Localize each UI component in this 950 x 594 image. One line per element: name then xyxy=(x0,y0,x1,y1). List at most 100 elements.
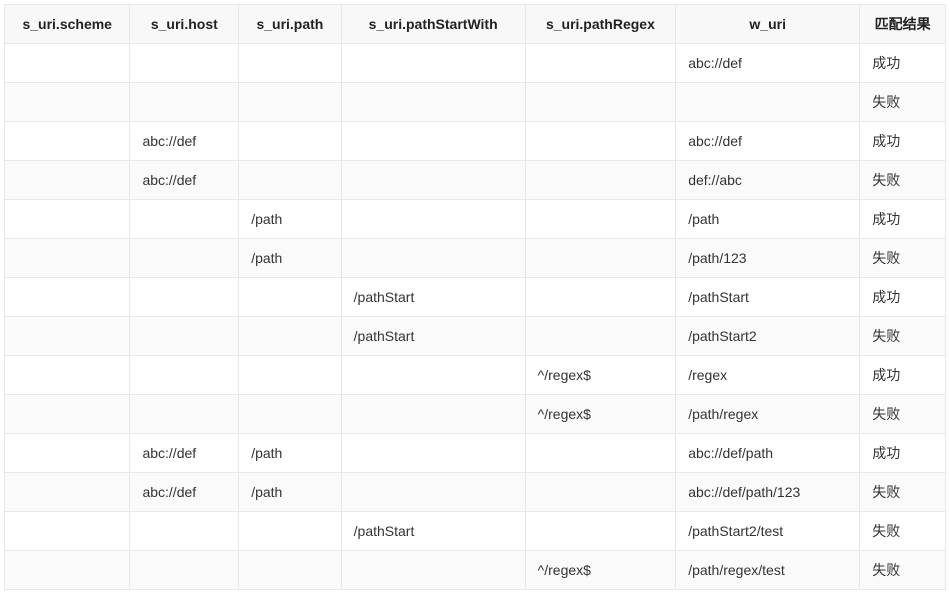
table-body: abc://def成功失败abc://defabc://def成功abc://d… xyxy=(5,44,946,590)
cell-host xyxy=(130,239,239,278)
cell-w_uri: abc://def/path xyxy=(676,434,860,473)
cell-path xyxy=(239,278,341,317)
cell-host xyxy=(130,44,239,83)
cell-path xyxy=(239,161,341,200)
cell-w_uri: /path xyxy=(676,200,860,239)
uri-match-table: s_uri.scheme s_uri.host s_uri.path s_uri… xyxy=(4,4,946,590)
cell-w_uri: /pathStart xyxy=(676,278,860,317)
cell-path: /path xyxy=(239,434,341,473)
cell-scheme xyxy=(5,473,130,512)
cell-result: 失败 xyxy=(860,317,946,356)
cell-scheme xyxy=(5,395,130,434)
cell-host: abc://def xyxy=(130,473,239,512)
table-row: /pathStart/pathStart2/test失败 xyxy=(5,512,946,551)
cell-path xyxy=(239,83,341,122)
cell-result: 失败 xyxy=(860,473,946,512)
table-row: abc://def/pathabc://def/path成功 xyxy=(5,434,946,473)
table-row: 失败 xyxy=(5,83,946,122)
table-header-row: s_uri.scheme s_uri.host s_uri.path s_uri… xyxy=(5,5,946,44)
cell-scheme xyxy=(5,278,130,317)
cell-pathRegex xyxy=(525,83,676,122)
table-row: /pathStart/pathStart成功 xyxy=(5,278,946,317)
table-row: abc://defdef://abc失败 xyxy=(5,161,946,200)
cell-pathRegex xyxy=(525,512,676,551)
cell-result: 成功 xyxy=(860,278,946,317)
header-path: s_uri.path xyxy=(239,5,341,44)
cell-path: /path xyxy=(239,239,341,278)
cell-path xyxy=(239,44,341,83)
cell-result: 失败 xyxy=(860,239,946,278)
cell-pathRegex: ^/regex$ xyxy=(525,551,676,590)
cell-pathStartWith: /pathStart xyxy=(341,317,525,356)
cell-scheme xyxy=(5,83,130,122)
cell-host xyxy=(130,551,239,590)
cell-pathStartWith xyxy=(341,122,525,161)
cell-pathRegex xyxy=(525,317,676,356)
cell-host xyxy=(130,395,239,434)
cell-result: 失败 xyxy=(860,161,946,200)
cell-pathRegex xyxy=(525,161,676,200)
cell-pathRegex xyxy=(525,434,676,473)
cell-path xyxy=(239,551,341,590)
cell-path xyxy=(239,122,341,161)
table-row: /path/path成功 xyxy=(5,200,946,239)
cell-result: 成功 xyxy=(860,122,946,161)
cell-scheme xyxy=(5,122,130,161)
cell-w_uri: abc://def xyxy=(676,122,860,161)
cell-pathStartWith xyxy=(341,395,525,434)
cell-host xyxy=(130,317,239,356)
cell-host xyxy=(130,278,239,317)
cell-result: 失败 xyxy=(860,395,946,434)
table-row: /pathStart/pathStart2失败 xyxy=(5,317,946,356)
cell-w_uri: /pathStart2 xyxy=(676,317,860,356)
cell-path: /path xyxy=(239,473,341,512)
header-host: s_uri.host xyxy=(130,5,239,44)
cell-result: 成功 xyxy=(860,44,946,83)
cell-scheme xyxy=(5,356,130,395)
cell-host xyxy=(130,512,239,551)
cell-pathRegex xyxy=(525,473,676,512)
cell-pathRegex xyxy=(525,200,676,239)
cell-host xyxy=(130,83,239,122)
cell-w_uri: /regex xyxy=(676,356,860,395)
cell-host xyxy=(130,200,239,239)
cell-pathStartWith xyxy=(341,473,525,512)
cell-path xyxy=(239,317,341,356)
cell-result: 失败 xyxy=(860,512,946,551)
cell-w_uri xyxy=(676,83,860,122)
cell-pathRegex xyxy=(525,239,676,278)
cell-pathStartWith xyxy=(341,356,525,395)
cell-path: /path xyxy=(239,200,341,239)
cell-pathRegex xyxy=(525,44,676,83)
cell-host xyxy=(130,356,239,395)
cell-w_uri: /pathStart2/test xyxy=(676,512,860,551)
cell-w_uri: abc://def xyxy=(676,44,860,83)
header-result: 匹配结果 xyxy=(860,5,946,44)
table-row: /path/path/123失败 xyxy=(5,239,946,278)
table-row: abc://defabc://def成功 xyxy=(5,122,946,161)
cell-path xyxy=(239,356,341,395)
cell-host: abc://def xyxy=(130,161,239,200)
cell-result: 失败 xyxy=(860,83,946,122)
cell-scheme xyxy=(5,44,130,83)
cell-scheme xyxy=(5,317,130,356)
cell-result: 失败 xyxy=(860,551,946,590)
header-wuri: w_uri xyxy=(676,5,860,44)
cell-pathRegex: ^/regex$ xyxy=(525,395,676,434)
cell-result: 成功 xyxy=(860,200,946,239)
cell-pathRegex xyxy=(525,122,676,161)
cell-pathStartWith xyxy=(341,83,525,122)
table-row: ^/regex$/path/regex失败 xyxy=(5,395,946,434)
header-scheme: s_uri.scheme xyxy=(5,5,130,44)
table-row: abc://def成功 xyxy=(5,44,946,83)
cell-result: 成功 xyxy=(860,356,946,395)
header-pathregex: s_uri.pathRegex xyxy=(525,5,676,44)
cell-scheme xyxy=(5,434,130,473)
cell-pathStartWith xyxy=(341,434,525,473)
cell-path xyxy=(239,512,341,551)
cell-scheme xyxy=(5,239,130,278)
cell-pathStartWith xyxy=(341,161,525,200)
cell-pathStartWith xyxy=(341,44,525,83)
cell-pathStartWith: /pathStart xyxy=(341,512,525,551)
cell-scheme xyxy=(5,551,130,590)
